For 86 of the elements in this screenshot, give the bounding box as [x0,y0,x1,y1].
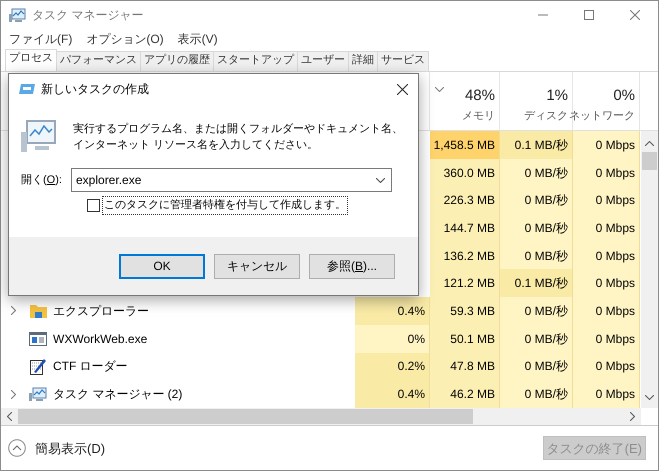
collapse-circle-icon[interactable] [8,439,26,458]
column-percentage[interactable]: 48% [464,86,495,104]
dialog-title: 新しいタスクの作成 [41,81,149,98]
scroll-down-icon[interactable] [645,394,654,400]
checkbox-label[interactable]: このタスクに管理者特権を付与して作成します。 [102,196,348,214]
window-title: タスク マネージャー [32,7,144,24]
column-header[interactable]: ディスク [524,108,568,124]
column-header[interactable]: メモリ [462,108,495,124]
vertical-scrollbar[interactable] [641,131,658,408]
app-icon [9,8,26,22]
scroll-thumb[interactable] [18,408,473,424]
dialog-button[interactable]: OK [119,254,205,278]
scroll-left-icon[interactable] [7,412,12,421]
scroll-right-icon[interactable] [630,412,635,421]
process-name: WXWorkWeb.exe [53,330,148,348]
usage-cell: 0 Mbps [573,269,640,298]
window-icon [29,332,47,346]
tab[interactable]: アプリの履歴 [141,51,214,71]
checkbox[interactable] [87,198,100,212]
notepad-pen-icon [30,358,46,375]
usage-cell: 0.4% [355,380,430,408]
usage-cell: 0 Mbps [573,158,640,186]
usage-cell: 0 MB/秒 [500,242,573,270]
dialog-button[interactable]: キャンセル [214,254,300,278]
usage-cell: 0.1 MB/秒 [500,269,573,298]
tab[interactable]: サービス [378,51,429,71]
column-header[interactable]: ネットワーク [569,108,635,124]
tab[interactable]: プロセス [5,49,57,71]
usage-cell: 0.2% [355,352,430,380]
usage-cell: 121.2 MB [430,269,500,298]
menu-item[interactable]: ファイル(F) [9,30,72,48]
open-label: 開く(O): [21,172,63,188]
usage-cell: 0.1 MB/秒 [500,131,573,159]
dialog-message: 実行するプログラム名、または開くフォルダーやドキュメント名、インターネット リソース名を入力してください。 [73,122,404,153]
process-name: エクスプローラー [53,302,149,320]
usage-cell: 144.7 MB [430,214,500,242]
dialog-button[interactable]: 参照(B)... [309,254,395,278]
usage-cell: 0 Mbps [573,242,640,270]
usage-cell: 0 MB/秒 [500,297,573,325]
usage-cell: 0 Mbps [573,352,640,380]
usage-cell: 0 Mbps [573,324,640,352]
dropdown-caret-icon[interactable] [376,178,385,182]
scroll-thumb[interactable] [642,152,657,170]
close-icon[interactable] [397,84,408,94]
usage-cell: 50.1 MB [430,324,500,352]
tab[interactable]: ユーザー [298,51,349,71]
usage-cell: 0 Mbps [573,380,640,408]
command-combobox[interactable]: explorer.exe [71,168,392,192]
usage-cell: 0 MB/秒 [500,158,573,186]
process-name: タスク マネージャー (2) [53,386,182,404]
usage-cell: 360.0 MB [430,158,500,186]
expand-chevron-icon[interactable] [10,306,16,316]
usage-cell: 0 MB/秒 [500,186,573,214]
usage-cell: 59.3 MB [430,297,500,325]
monitor-chart-icon [29,386,47,402]
expand-chevron-icon[interactable] [10,390,16,399]
tab[interactable]: 詳細 [349,51,378,71]
usage-cell: 0 MB/秒 [500,214,573,242]
monitor-chart-icon [21,120,57,154]
column-percentage[interactable]: 1% [546,86,568,104]
menu-item[interactable]: 表示(V) [178,30,218,48]
horizontal-scrollbar[interactable] [1,408,641,425]
usage-cell: 0 Mbps [573,131,640,159]
maximize-icon[interactable] [584,10,594,20]
scroll-up-icon[interactable] [645,141,654,146]
column-percentage[interactable]: 0% [613,86,635,104]
usage-cell: 1,458.5 MB [430,131,500,159]
usage-cell: 0 Mbps [573,186,640,214]
usage-cell: 136.2 MB [430,242,500,270]
fewer-details-link[interactable]: 簡易表示(D) [35,438,106,458]
usage-cell: 0 MB/秒 [500,352,573,380]
usage-cell: 226.3 MB [430,186,500,214]
usage-cell: 0.4% [355,297,430,325]
usage-cell: 47.8 MB [430,352,500,380]
folder-icon [30,303,46,318]
run-icon [19,83,35,95]
tab[interactable]: パフォーマンス [57,51,141,71]
menu-item[interactable]: オプション(O) [86,30,164,48]
usage-cell: 0 Mbps [573,297,640,325]
process-name: CTF ローダー [53,358,128,376]
usage-cell: 46.2 MB [430,380,500,408]
usage-cell: 0 MB/秒 [500,380,573,408]
usage-cell: 0 MB/秒 [500,324,573,352]
usage-cell: 0% [355,324,430,352]
tab[interactable]: スタートアップ [214,51,298,71]
usage-cell: 0 Mbps [573,214,640,242]
